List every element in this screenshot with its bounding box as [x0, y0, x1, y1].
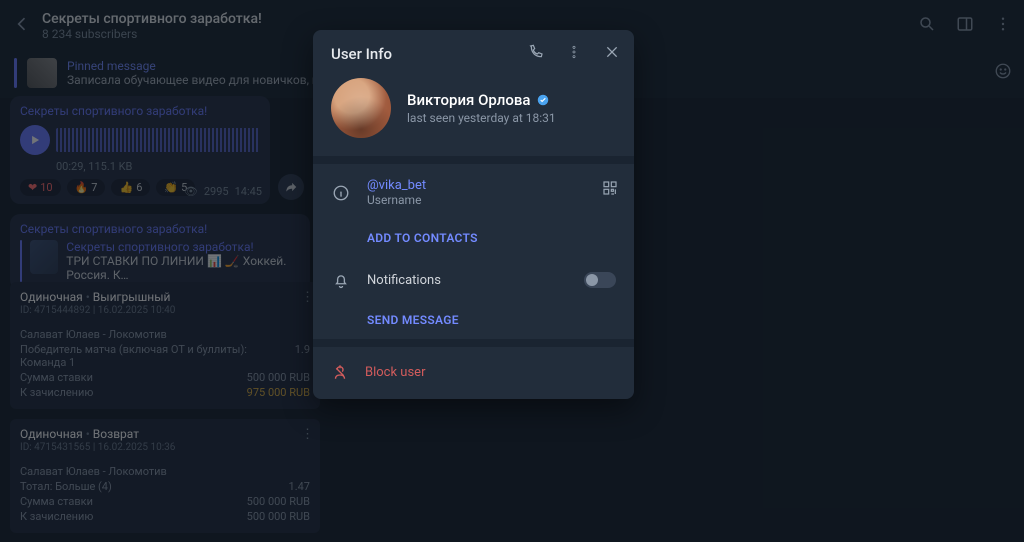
block-user-button[interactable]: Block user: [313, 347, 634, 399]
section-separator: [313, 156, 634, 164]
username-row[interactable]: @vika_bet Username: [313, 164, 634, 221]
bell-icon: [331, 271, 351, 289]
notifications-row[interactable]: Notifications: [313, 257, 634, 303]
username-label: Username: [367, 193, 426, 207]
modal-title: User Info: [331, 45, 392, 63]
qr-icon[interactable]: [602, 180, 618, 200]
avatar[interactable]: [331, 78, 391, 138]
notifications-label: Notifications: [367, 273, 441, 288]
notifications-toggle[interactable]: [584, 272, 616, 288]
info-icon: [331, 184, 351, 202]
user-info-modal: User Info Виктория Орлова last seen yest…: [313, 30, 634, 399]
section-separator: [313, 339, 634, 347]
modal-more-icon[interactable]: [566, 44, 582, 64]
username-value: @vika_bet: [367, 178, 426, 193]
call-icon[interactable]: [528, 44, 544, 64]
last-seen: last seen yesterday at 18:31: [407, 111, 556, 125]
close-icon[interactable]: [604, 44, 620, 64]
profile-name: Виктория Орлова: [407, 91, 556, 109]
send-message-button[interactable]: SEND MESSAGE: [313, 303, 634, 339]
verified-icon: [536, 93, 550, 107]
add-to-contacts-button[interactable]: ADD TO CONTACTS: [313, 221, 634, 257]
